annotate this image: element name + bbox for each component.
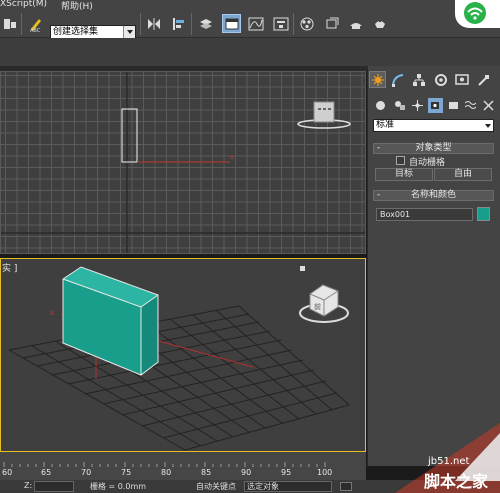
grid-size-label: 栅格 = 0.0mm: [90, 482, 147, 491]
object-type-title: 对象类型: [415, 143, 452, 153]
hierarchy-tab-icon[interactable]: [410, 71, 427, 88]
z-coord-label: Z:: [24, 481, 33, 490]
schematic-view-icon[interactable]: [271, 14, 290, 33]
named-selection-dropdown[interactable]: 创建选择集: [50, 25, 136, 39]
name-color-rollout-header[interactable]: - 名称和颜色: [373, 190, 494, 201]
toolbar-separator: [21, 13, 22, 35]
toolbar-separator: [140, 13, 141, 35]
viewcube-perspective[interactable]: 前: [299, 284, 349, 323]
curve-editor-icon[interactable]: [246, 14, 265, 33]
viewcube-top[interactable]: [297, 101, 351, 129]
watermark-url: jb51.net: [428, 456, 470, 467]
name-color-title: 名称和颜色: [410, 190, 456, 200]
toolbar-separator: [191, 13, 192, 35]
timeline-tick: 85: [201, 468, 212, 477]
timeline-tick: 65: [41, 468, 52, 477]
autogrid-label: 自动栅格: [409, 158, 446, 168]
object-color-swatch[interactable]: [477, 207, 490, 221]
scene-explorer-icon[interactable]: [222, 14, 241, 33]
create-tab-icon[interactable]: [369, 71, 386, 88]
systems-icon[interactable]: [481, 98, 496, 113]
main-toolbar: ABC 创建选择集: [0, 11, 500, 39]
timeline-tick: 80: [161, 468, 172, 477]
timeline-tick: 60: [2, 468, 13, 477]
chevron-down-icon: [485, 124, 491, 128]
motion-tab-icon[interactable]: [432, 71, 449, 88]
autokey-button[interactable]: 自动关键点: [196, 481, 236, 492]
helpers-icon[interactable]: [446, 98, 461, 113]
free-camera-button[interactable]: 自由: [434, 168, 492, 181]
selection-filter-dropdown[interactable]: 选定对象: [244, 481, 332, 492]
autogrid-checkbox[interactable]: [396, 156, 405, 165]
material-editor-icon[interactable]: [297, 14, 316, 33]
svg-text:x: x: [50, 308, 55, 317]
lights-icon[interactable]: [410, 98, 425, 113]
collapse-icon: -: [377, 190, 381, 200]
geometry-icon[interactable]: [373, 98, 388, 113]
svg-text:ABC: ABC: [30, 28, 41, 32]
modify-tab-icon[interactable]: [389, 71, 406, 88]
target-camera-button[interactable]: 目标: [375, 168, 433, 181]
viewport-top[interactable]: x: [0, 71, 366, 254]
perspective-grid: [8, 305, 350, 451]
watermark-badge: [455, 0, 500, 28]
object-name-input[interactable]: Box001: [376, 208, 473, 221]
toolbar-separator: [293, 13, 294, 35]
edit-named-selection-icon[interactable]: ABC: [26, 14, 45, 33]
watermark-site-name: 脚本之家: [424, 472, 489, 491]
object-category-value: 标准: [376, 120, 395, 130]
viewport-perspective[interactable]: 实 ] x 前: [0, 258, 366, 452]
utilities-tab-icon[interactable]: [475, 71, 492, 88]
render-setup-icon[interactable]: [322, 14, 341, 33]
shapes-icon[interactable]: [392, 98, 407, 113]
goto-start-button[interactable]: [340, 482, 352, 491]
timeline-tick: 95: [281, 468, 292, 477]
timeline-ruler: [3, 462, 326, 467]
menu-maxscript[interactable]: XScript(M): [0, 0, 47, 9]
timeline-tick: 90: [241, 468, 252, 477]
timeline-tick: 100: [317, 468, 333, 477]
timeline[interactable]: [0, 452, 366, 480]
box-top-view[interactable]: [121, 108, 138, 163]
space-warps-icon[interactable]: [463, 98, 478, 113]
align-icon[interactable]: [169, 14, 188, 33]
display-tab-icon[interactable]: [453, 71, 470, 88]
perspective-viewport-scene: x 前: [8, 266, 350, 451]
mirror-icon[interactable]: [144, 14, 163, 33]
z-coord-input[interactable]: [34, 481, 74, 492]
teal-box[interactable]: [62, 266, 159, 376]
viewcube-face-label: 前: [314, 302, 321, 311]
timeline-tick: 75: [121, 468, 132, 477]
menu-bar: XScript(M) 帮助(H): [0, 0, 500, 12]
timeline-tick: 70: [81, 468, 92, 477]
collapse-icon: -: [377, 143, 381, 153]
cameras-icon[interactable]: [428, 98, 443, 113]
svg-text:x: x: [230, 153, 234, 161]
chevron-down-icon: [123, 26, 135, 38]
render-frame-icon[interactable]: [346, 14, 365, 33]
named-selection-value: 创建选择集: [53, 27, 99, 37]
snap-icon[interactable]: [0, 14, 19, 33]
render-production-icon[interactable]: [370, 14, 389, 33]
object-category-dropdown[interactable]: 标准: [373, 119, 494, 132]
object-type-rollout-header[interactable]: - 对象类型: [373, 143, 494, 154]
top-viewport-scene: x: [1, 72, 365, 253]
ribbon-bar: [0, 38, 500, 66]
layer-manager-icon[interactable]: [196, 14, 215, 33]
